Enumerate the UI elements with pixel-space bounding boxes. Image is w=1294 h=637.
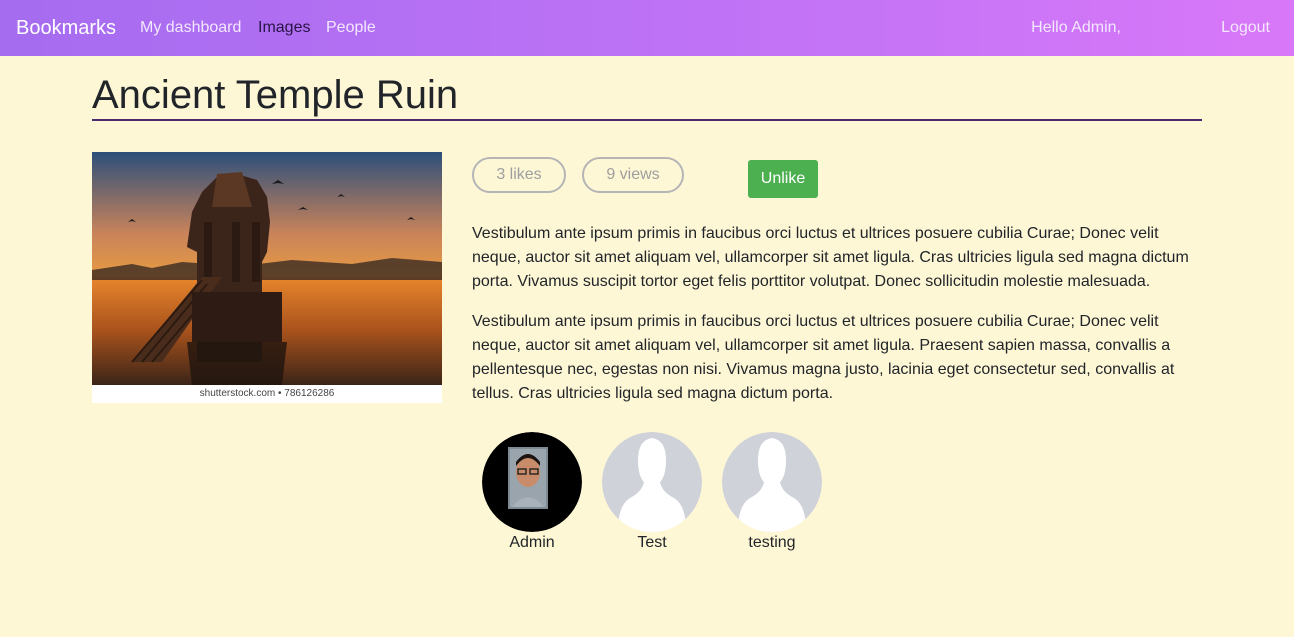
default-user-icon [722, 432, 822, 532]
image-photo: shutterstock.com • 786126286 [92, 152, 442, 403]
liker-testing[interactable]: testing [722, 432, 822, 554]
user-greeting: Hello Admin, [1031, 19, 1121, 36]
nav-link-people[interactable]: People [326, 18, 376, 38]
views-count-badge: 9 views [582, 157, 684, 193]
logout-link[interactable]: Logout [1221, 18, 1270, 38]
default-user-icon [602, 432, 702, 532]
likes-count-badge: 3 likes [472, 157, 566, 193]
nav-link-dashboard[interactable]: My dashboard [140, 18, 241, 38]
description-paragraph: Vestibulum ante ipsum primis in faucibus… [472, 313, 1175, 402]
unlike-button[interactable]: Unlike [748, 160, 818, 198]
temple-sunset-image [92, 152, 442, 385]
liker-name: Test [637, 534, 667, 551]
page-title: Ancient Temple Ruin [92, 73, 459, 117]
image-watermark: shutterstock.com • 786126286 [92, 385, 442, 403]
liker-name: testing [748, 534, 796, 551]
nav-link-images[interactable]: Images [258, 18, 310, 38]
title-divider [92, 119, 1202, 121]
admin-avatar-icon [482, 432, 582, 532]
liker-admin[interactable]: Admin [482, 432, 582, 554]
brand-link[interactable]: Bookmarks [16, 15, 116, 41]
liker-test[interactable]: Test [602, 432, 702, 554]
liker-name: Admin [509, 534, 555, 551]
top-navbar: Bookmarks My dashboard Images People Hel… [0, 0, 1294, 56]
description-paragraph: Vestibulum ante ipsum primis in faucibus… [472, 225, 1189, 290]
